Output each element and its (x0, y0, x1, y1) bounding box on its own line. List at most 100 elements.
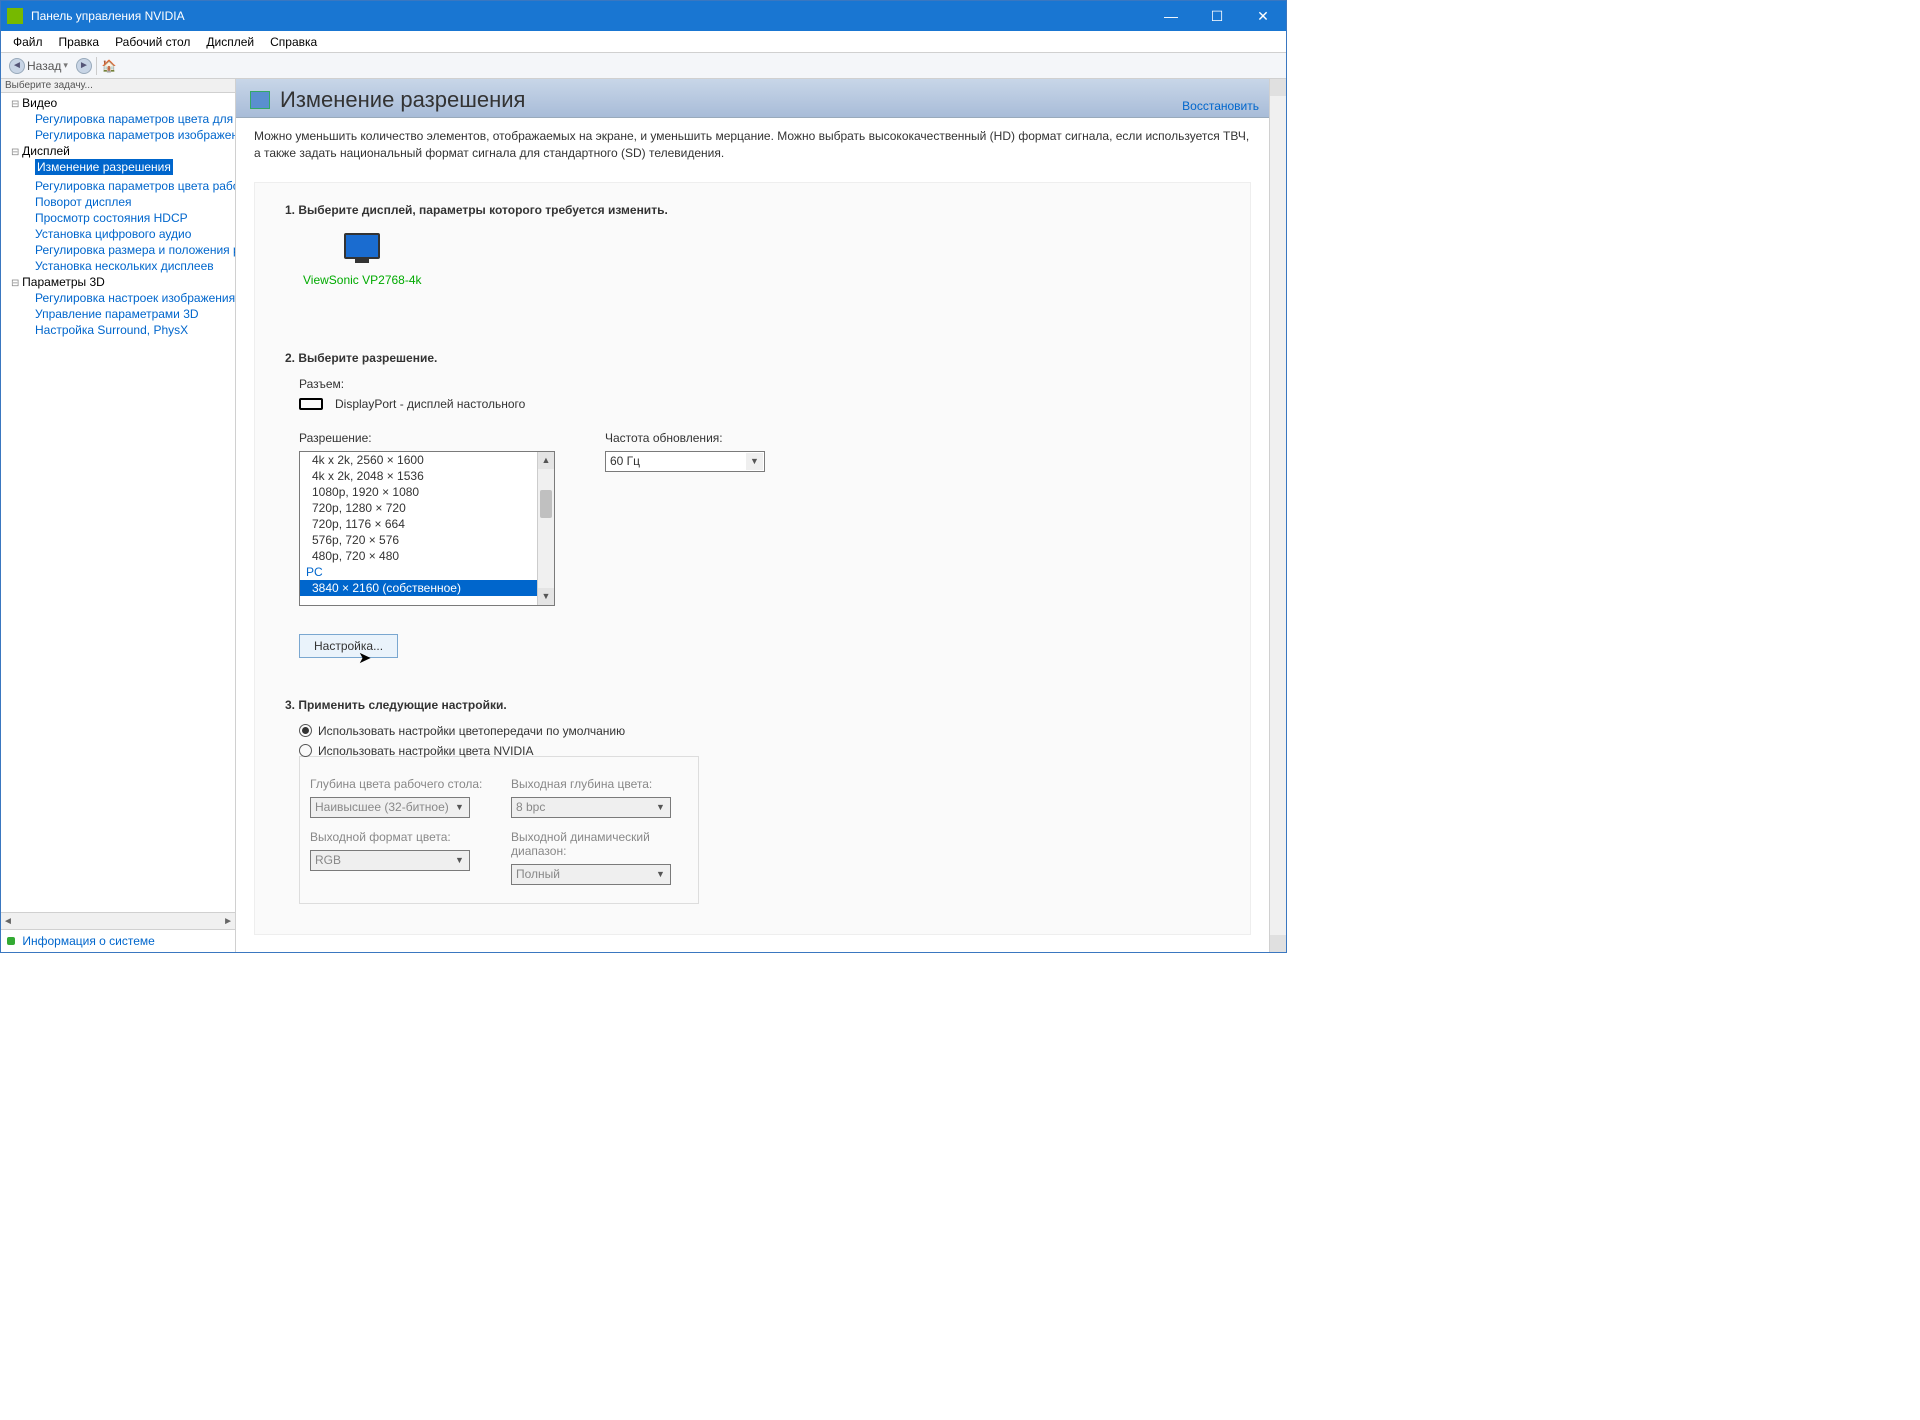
desktop-depth-label: Глубина цвета рабочего стола: (310, 777, 487, 791)
menu-display[interactable]: Дисплей (198, 33, 262, 51)
monitor-label: ViewSonic VP2768-4k (303, 273, 422, 287)
step3-heading: 3. Применить следующие настройки. (285, 698, 1220, 712)
radio-nvidia-color[interactable]: Использовать настройки цвета NVIDIA (299, 744, 1220, 758)
tree-item[interactable]: Регулировка размера и положения рабочего (1, 242, 235, 258)
resolution-option[interactable]: 4k x 2k, 2560 × 1600 (300, 452, 537, 468)
resolution-group-pc: PC (300, 564, 537, 580)
tree-item[interactable]: Регулировка параметров изображения (1, 127, 235, 143)
minimize-button[interactable]: — (1148, 1, 1194, 31)
forward-button[interactable]: ► (76, 58, 92, 74)
scroll-thumb[interactable] (540, 490, 552, 518)
displayport-icon (299, 398, 323, 410)
resolution-option[interactable]: 720p, 1176 × 664 (300, 516, 537, 532)
resolution-option[interactable]: 4k x 2k, 2048 × 1536 (300, 468, 537, 484)
output-range-select: Полный ▼ (511, 864, 671, 885)
output-depth-label: Выходная глубина цвета: (511, 777, 688, 791)
tree-item[interactable]: Регулировка параметров цвета для видео (1, 111, 235, 127)
monitor-icon (344, 233, 380, 259)
radio-icon (299, 724, 312, 737)
tree-item[interactable]: Регулировка настроек изображения с просм… (1, 290, 235, 306)
menu-edit[interactable]: Правка (51, 33, 108, 51)
sidebar-header: Выберите задачу... (1, 79, 235, 93)
toolbar-separator (96, 57, 97, 75)
resolution-option[interactable]: 1080p, 1920 × 1080 (300, 484, 537, 500)
page-header: Изменение разрешения Восстановить (236, 79, 1269, 118)
content: Изменение разрешения Восстановить Можно … (236, 79, 1269, 952)
tree-item-change-resolution[interactable]: Изменение разрешения (35, 159, 173, 175)
tree-item[interactable]: Регулировка параметров цвета рабочего (1, 178, 235, 194)
resolution-option-selected[interactable]: 3840 × 2160 (собственное) (300, 580, 537, 596)
scroll-down-icon[interactable]: ▼ (538, 588, 554, 605)
menubar: Файл Правка Рабочий стол Дисплей Справка (1, 31, 1286, 53)
monitor-selector[interactable]: ViewSonic VP2768-4k (299, 229, 426, 291)
back-dropdown-icon: ▾ (63, 60, 68, 71)
radio-default-color[interactable]: Использовать настройки цветопередачи по … (299, 724, 1220, 738)
tree-cat-3d[interactable]: Параметры 3D (1, 274, 235, 290)
step2-heading: 2. Выберите разрешение. (285, 351, 1220, 365)
resolution-listbox[interactable]: 4k x 2k, 2560 × 1600 4k x 2k, 2048 × 153… (299, 451, 555, 606)
output-range-value: Полный (516, 867, 560, 881)
content-scrollbar[interactable] (1269, 79, 1286, 952)
output-range-label: Выходной динамический диапазон: (511, 830, 688, 858)
radio-icon (299, 744, 312, 757)
scroll-up-icon[interactable]: ▲ (538, 452, 554, 469)
home-button[interactable]: 🏠 (101, 58, 117, 74)
radio-default-label: Использовать настройки цветопередачи по … (318, 724, 625, 738)
menu-file[interactable]: Файл (5, 33, 51, 51)
step1-panel: 1. Выберите дисплей, параметры которого … (254, 182, 1251, 935)
desktop-depth-value: Наивысшее (32-битное) (315, 800, 449, 814)
restore-link[interactable]: Восстановить (1182, 99, 1259, 113)
tree-item[interactable]: Поворот дисплея (1, 194, 235, 210)
maximize-button[interactable]: ☐ (1194, 1, 1240, 31)
resolution-option[interactable]: 720p, 1280 × 720 (300, 500, 537, 516)
nvidia-icon (7, 8, 23, 24)
sidebar-footer: Информация о системе (1, 929, 235, 952)
sidebar: Выберите задачу... Видео Регулировка пар… (1, 79, 236, 952)
output-format-label: Выходной формат цвета: (310, 830, 487, 844)
dropdown-icon: ▼ (746, 453, 763, 470)
dropdown-icon: ▼ (451, 799, 468, 816)
tree-item[interactable]: Настройка Surround, PhysX (1, 322, 235, 338)
tree-item[interactable]: Управление параметрами 3D (1, 306, 235, 322)
sidebar-hscroll[interactable]: ◄► (1, 912, 235, 929)
connector-label: Разъем: (299, 377, 1220, 391)
dropdown-icon: ▼ (451, 852, 468, 869)
resolution-option[interactable]: 480p, 720 × 480 (300, 548, 537, 564)
intro-text: Можно уменьшить количество элементов, от… (254, 128, 1251, 162)
output-format-value: RGB (315, 853, 341, 867)
refresh-value: 60 Гц (610, 454, 640, 468)
window-title: Панель управления NVIDIA (31, 9, 1148, 23)
page-title: Изменение разрешения (280, 87, 525, 113)
back-label: Назад (27, 59, 61, 73)
refresh-label: Частота обновления: (605, 431, 765, 445)
system-info-link[interactable]: Информация о системе (22, 934, 154, 948)
output-depth-select: 8 bpc ▼ (511, 797, 671, 818)
connector-value: DisplayPort - дисплей настольного (335, 397, 525, 411)
resolution-label: Разрешение: (299, 431, 555, 445)
tree-item[interactable]: Просмотр состояния HDCP (1, 210, 235, 226)
back-arrow-icon: ◄ (9, 58, 25, 74)
back-button[interactable]: ◄ Назад ▾ (5, 56, 72, 76)
step1-heading: 1. Выберите дисплей, параметры которого … (285, 203, 1220, 217)
close-button[interactable]: ✕ (1240, 1, 1286, 31)
output-depth-value: 8 bpc (516, 800, 545, 814)
listbox-scrollbar[interactable]: ▲ ▼ (537, 452, 554, 605)
info-icon (7, 937, 15, 945)
desktop-depth-select: Наивысшее (32-битное) ▼ (310, 797, 470, 818)
menu-desktop[interactable]: Рабочий стол (107, 33, 198, 51)
tree-item[interactable]: Установка цифрового аудио (1, 226, 235, 242)
resolution-option[interactable]: 576p, 720 × 576 (300, 532, 537, 548)
toolbar: ◄ Назад ▾ ► 🏠 (1, 53, 1286, 79)
nvidia-color-group: Глубина цвета рабочего стола: Наивысшее … (299, 756, 699, 904)
menu-help[interactable]: Справка (262, 33, 325, 51)
titlebar: Панель управления NVIDIA — ☐ ✕ (1, 1, 1286, 31)
task-tree: Видео Регулировка параметров цвета для в… (1, 93, 235, 912)
dropdown-icon: ▼ (652, 866, 669, 883)
tree-cat-video[interactable]: Видео (1, 95, 235, 111)
tree-cat-display[interactable]: Дисплей (1, 143, 235, 159)
radio-nvidia-label: Использовать настройки цвета NVIDIA (318, 744, 533, 758)
tree-item[interactable]: Установка нескольких дисплеев (1, 258, 235, 274)
refresh-rate-select[interactable]: 60 Гц ▼ (605, 451, 765, 472)
customize-button[interactable]: Настройка... (299, 634, 398, 658)
monitor-header-icon (250, 91, 270, 109)
